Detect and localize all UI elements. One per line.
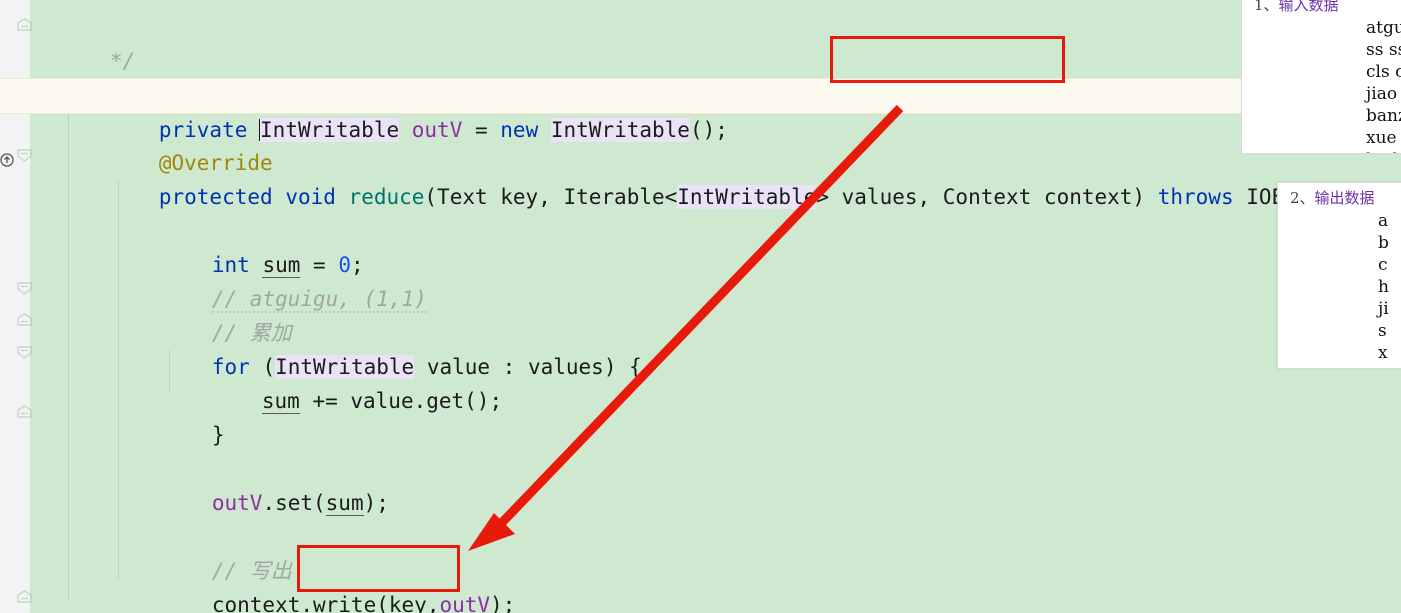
code-line[interactable]: */ [0, 10, 1401, 73]
code-token-field: outV [211, 491, 263, 515]
code-token-params: (Text key, Iterable< [424, 185, 678, 209]
list-item: jiao [1366, 84, 1398, 104]
code-line[interactable]: outV.set(sum); [0, 452, 1401, 516]
code-line-current[interactable]: private IntWritable outV = new IntWritab… [0, 78, 1401, 142]
code-editor[interactable]: // 汇总各个key(单词)的个数，遍历value数据，进行累加 [0, 0, 1401, 613]
code-token-keyword: throws [1157, 185, 1234, 209]
list-item: cls c [1366, 62, 1401, 82]
screenshot-root: // 汇总各个key(单词)的个数，遍历value数据，进行累加 [0, 0, 1401, 613]
list-item: hado [1366, 149, 1401, 153]
code-line[interactable]: for (IntWritable value : values) { [0, 316, 1401, 379]
panel-output-word-list: a b c h ji s x [1278, 208, 1401, 364]
code-line[interactable]: } [0, 588, 1401, 613]
panel-input-word-list: atgu ss ss cls c jiao banz xue hado [1242, 15, 1401, 153]
panel-output-index: 2、 [1290, 189, 1315, 207]
code-token-keyword: protected [158, 185, 273, 209]
code-line[interactable]: public class WordCountReducer extends Re… [0, 44, 1401, 107]
code-line[interactable]: @Override [0, 112, 1401, 175]
code-token-punct: ); [363, 491, 389, 515]
annotation-box-write-args [297, 545, 460, 592]
list-item: h [1378, 277, 1389, 297]
list-item: a [1378, 211, 1389, 231]
code-token-method: reduce [348, 185, 425, 209]
panel-output-data[interactable]: 2、输出数据 a b c h ji s x [1277, 182, 1401, 369]
list-item: b [1378, 233, 1389, 253]
panel-input-title: 1、输入数据 [1242, 0, 1401, 15]
panel-input-title-text: 输入数据 [1278, 0, 1339, 14]
code-line[interactable]: int sum = 0; [0, 214, 1401, 278]
list-item: x [1378, 343, 1388, 363]
code-line[interactable]: // 累加 [0, 282, 1401, 345]
code-line[interactable]: sum += value.get(); [0, 350, 1401, 414]
list-item: ss ss [1366, 40, 1401, 60]
code-line[interactable]: context.write(key,outV); [0, 554, 1401, 613]
list-item: s [1378, 321, 1387, 341]
panel-output-title-text: 输出数据 [1314, 189, 1375, 207]
list-item: atgu [1366, 18, 1401, 38]
annotation-box-generics [830, 36, 1065, 83]
code-line[interactable]: // 写出 [0, 520, 1401, 583]
code-token-variable: sum [325, 491, 364, 516]
panel-output-title: 2、输出数据 [1278, 183, 1401, 208]
code-token-type-highlighted: IntWritable [677, 185, 817, 209]
code-token-call: .set( [262, 491, 326, 515]
list-item: c [1378, 255, 1388, 275]
code-line[interactable]: } [0, 384, 1401, 447]
code-token-keyword: void [285, 185, 336, 209]
list-item: ji [1378, 299, 1389, 319]
panel-input-data[interactable]: 1、输入数据 atgu ss ss cls c jiao banz xue ha… [1241, 0, 1401, 154]
list-item: xue [1366, 128, 1397, 148]
panel-input-index: 1、 [1254, 0, 1279, 14]
code-line[interactable]: // atguigu, (1,1) [0, 248, 1401, 313]
code-token-params2: > values, Context context) [816, 185, 1158, 209]
list-item: banz [1366, 106, 1401, 126]
code-line[interactable]: protected void reduce(Text key, Iterable… [0, 146, 1401, 209]
code-token-brace: } [211, 423, 225, 447]
